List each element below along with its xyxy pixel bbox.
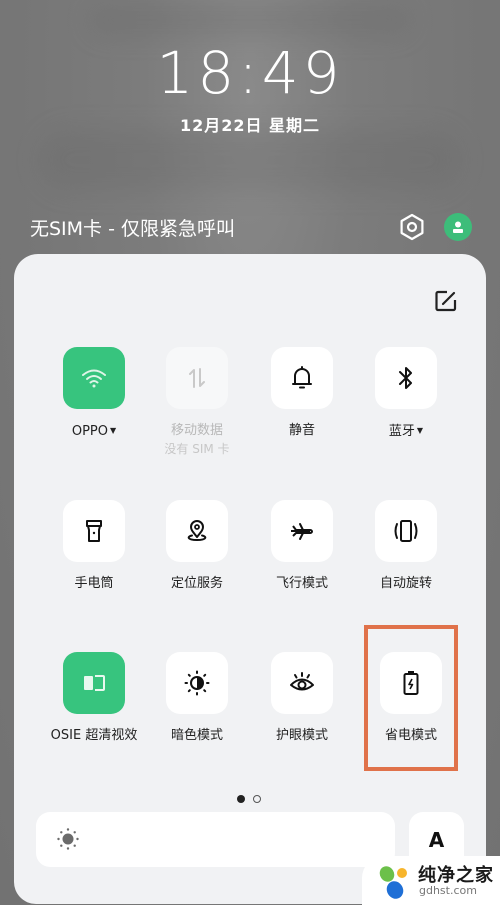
page-indicator	[237, 795, 261, 803]
tile-bluetooth-button[interactable]	[375, 347, 437, 409]
tile-mobile-data-button[interactable]	[166, 347, 228, 409]
tile-osie[interactable]: OSIE 超清视效	[42, 652, 146, 744]
watermark-en-text: gdhst.com	[419, 884, 477, 897]
dark-mode-icon	[184, 670, 210, 696]
brightness-sun-icon	[57, 828, 79, 850]
tile-wifi-button[interactable]	[63, 347, 125, 409]
tile-flashlight[interactable]: 手电筒	[42, 500, 146, 592]
dropdown-caret-icon: ▼	[110, 426, 117, 435]
tile-auto-rotate-label: 自动旋转	[379, 576, 432, 591]
tile-osie-button[interactable]	[63, 652, 125, 714]
tile-silent-button[interactable]	[271, 347, 333, 409]
page-dot-inactive[interactable]	[253, 795, 261, 803]
airplane-icon	[291, 523, 313, 540]
sim-status-text: 无SIM卡 - 仅限紧急呼叫	[30, 218, 235, 240]
tile-flashlight-label: 手电筒	[74, 576, 114, 591]
settings-button[interactable]	[398, 213, 426, 241]
tile-location-button[interactable]	[166, 500, 228, 562]
flashlight-icon	[86, 520, 102, 542]
auto-brightness-label: A	[428, 828, 445, 852]
tile-wifi-label: OPPO ▼	[71, 424, 117, 439]
bell-icon	[292, 366, 312, 389]
tile-dark-mode-button[interactable]	[166, 652, 228, 714]
settings-hexagon-icon	[400, 213, 424, 241]
tile-bluetooth-label: 蓝牙 ▼	[388, 424, 424, 439]
highlight-box	[364, 625, 458, 771]
wifi-icon	[82, 369, 106, 388]
auto-rotate-icon	[394, 520, 418, 542]
eye-comfort-icon	[290, 672, 314, 691]
tile-eye-comfort[interactable]: 护眼模式	[250, 652, 354, 744]
tile-eye-comfort-button[interactable]	[271, 652, 333, 714]
watermark: 纯净之家 gdhst.com	[362, 856, 500, 905]
brightness-slider[interactable]	[36, 812, 395, 867]
clock-date: 12月22日 星期二	[179, 116, 321, 135]
tile-mobile-data-label: 移动数据	[170, 423, 223, 438]
tile-airplane[interactable]: 飞行模式	[250, 500, 354, 592]
tile-dark-mode-label: 暗色模式	[170, 728, 223, 743]
tile-airplane-button[interactable]	[271, 500, 333, 562]
osie-display-icon	[84, 675, 105, 691]
edit-icon	[435, 290, 457, 312]
tile-auto-rotate-button[interactable]	[375, 500, 437, 562]
background-blur	[90, 5, 410, 35]
tile-location-label: 定位服务	[170, 576, 223, 591]
tile-wifi[interactable]: OPPO ▼	[42, 347, 146, 440]
location-icon	[187, 520, 207, 542]
mobile-data-icon	[189, 368, 205, 388]
watermark-logo-icon	[379, 866, 407, 899]
page-dot-active[interactable]	[237, 795, 245, 803]
clock-time: 18:49	[156, 39, 344, 107]
background-blur	[40, 130, 460, 190]
tile-mobile-data[interactable]: 移动数据 没有 SIM 卡	[145, 347, 249, 456]
dropdown-caret-icon: ▼	[416, 426, 424, 435]
tile-bluetooth[interactable]: 蓝牙 ▼	[354, 347, 458, 440]
tile-silent[interactable]: 静音	[250, 347, 354, 439]
tile-silent-label: 静音	[288, 423, 315, 438]
bluetooth-icon	[399, 367, 412, 389]
tile-location[interactable]: 定位服务	[145, 500, 249, 592]
tile-airplane-label: 飞行模式	[275, 576, 328, 591]
edit-tiles-button[interactable]	[434, 289, 458, 313]
tile-auto-rotate[interactable]: 自动旋转	[354, 500, 458, 592]
tile-eye-comfort-label: 护眼模式	[275, 728, 328, 743]
user-avatar-icon	[453, 221, 463, 233]
user-button[interactable]	[444, 213, 472, 241]
tile-dark-mode[interactable]: 暗色模式	[145, 652, 249, 744]
tile-flashlight-button[interactable]	[63, 500, 125, 562]
tile-osie-label: OSIE 超清视效	[50, 728, 138, 743]
tile-mobile-data-sublabel: 没有 SIM 卡	[164, 442, 230, 456]
